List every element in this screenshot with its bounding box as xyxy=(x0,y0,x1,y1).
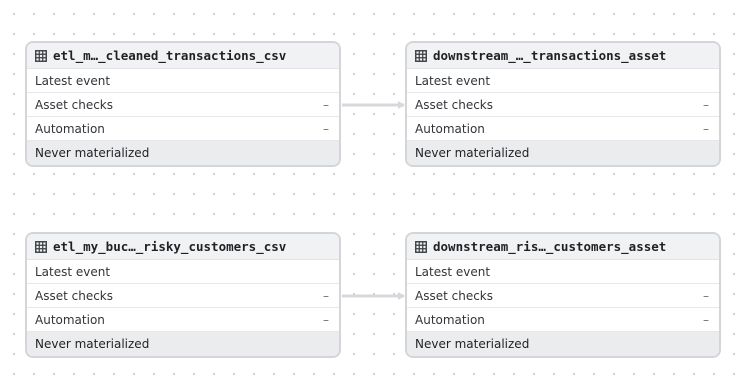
asset-node-title[interactable]: etl_m…_cleaned_transactions_csv xyxy=(53,48,286,63)
row-value: – xyxy=(323,121,329,136)
asset-node-downstream-risky-customers[interactable]: downstream_ris…_customers_asset Latest e… xyxy=(405,232,721,358)
row-label: Asset checks xyxy=(35,97,113,112)
asset-node-cleaned-transactions[interactable]: etl_m…_cleaned_transactions_csv Latest e… xyxy=(25,41,341,167)
row-value: – xyxy=(703,312,709,327)
row-label: Automation xyxy=(35,312,105,327)
row-value: – xyxy=(703,97,709,112)
automation-row: Automation – xyxy=(407,117,719,141)
asset-node-header[interactable]: downstream_ris…_customers_asset xyxy=(407,234,719,260)
status-label: Never materialized xyxy=(35,146,150,160)
row-label: Automation xyxy=(415,312,485,327)
table-icon xyxy=(35,240,47,253)
automation-row: Automation – xyxy=(27,117,339,141)
latest-event-row: Latest event xyxy=(407,260,719,284)
materialization-status: Never materialized xyxy=(27,141,339,165)
materialization-status: Never materialized xyxy=(407,141,719,165)
row-value: – xyxy=(703,121,709,136)
table-icon xyxy=(35,49,47,62)
asset-checks-row: Asset checks – xyxy=(27,93,339,117)
materialization-status: Never materialized xyxy=(407,332,719,356)
row-label: Automation xyxy=(35,121,105,136)
row-label: Latest event xyxy=(415,73,491,88)
row-label: Automation xyxy=(415,121,485,136)
row-label: Latest event xyxy=(415,264,491,279)
asset-checks-row: Asset checks – xyxy=(27,284,339,308)
latest-event-row: Latest event xyxy=(27,260,339,284)
row-label: Asset checks xyxy=(35,288,113,303)
table-icon xyxy=(415,240,427,253)
row-value: – xyxy=(323,288,329,303)
asset-node-downstream-transactions[interactable]: downstream_…_transactions_asset Latest e… xyxy=(405,41,721,167)
row-value: – xyxy=(323,312,329,327)
asset-graph-canvas[interactable]: etl_m…_cleaned_transactions_csv Latest e… xyxy=(0,0,751,383)
asset-node-title[interactable]: etl_my_buc…_risky_customers_csv xyxy=(53,239,286,254)
status-label: Never materialized xyxy=(415,337,530,351)
automation-row: Automation – xyxy=(27,308,339,332)
row-label: Asset checks xyxy=(415,97,493,112)
asset-node-title[interactable]: downstream_ris…_customers_asset xyxy=(433,239,666,254)
row-label: Latest event xyxy=(35,264,111,279)
asset-node-header[interactable]: etl_my_buc…_risky_customers_csv xyxy=(27,234,339,260)
row-value: – xyxy=(323,97,329,112)
materialization-status: Never materialized xyxy=(27,332,339,356)
row-label: Latest event xyxy=(35,73,111,88)
asset-node-header[interactable]: downstream_…_transactions_asset xyxy=(407,43,719,69)
table-icon xyxy=(415,49,427,62)
asset-node-risky-customers[interactable]: etl_my_buc…_risky_customers_csv Latest e… xyxy=(25,232,341,358)
asset-node-title[interactable]: downstream_…_transactions_asset xyxy=(433,48,666,63)
asset-checks-row: Asset checks – xyxy=(407,284,719,308)
latest-event-row: Latest event xyxy=(407,69,719,93)
latest-event-row: Latest event xyxy=(27,69,339,93)
status-label: Never materialized xyxy=(35,337,150,351)
asset-checks-row: Asset checks – xyxy=(407,93,719,117)
status-label: Never materialized xyxy=(415,146,530,160)
asset-node-header[interactable]: etl_m…_cleaned_transactions_csv xyxy=(27,43,339,69)
row-label: Asset checks xyxy=(415,288,493,303)
row-value: – xyxy=(703,288,709,303)
automation-row: Automation – xyxy=(407,308,719,332)
